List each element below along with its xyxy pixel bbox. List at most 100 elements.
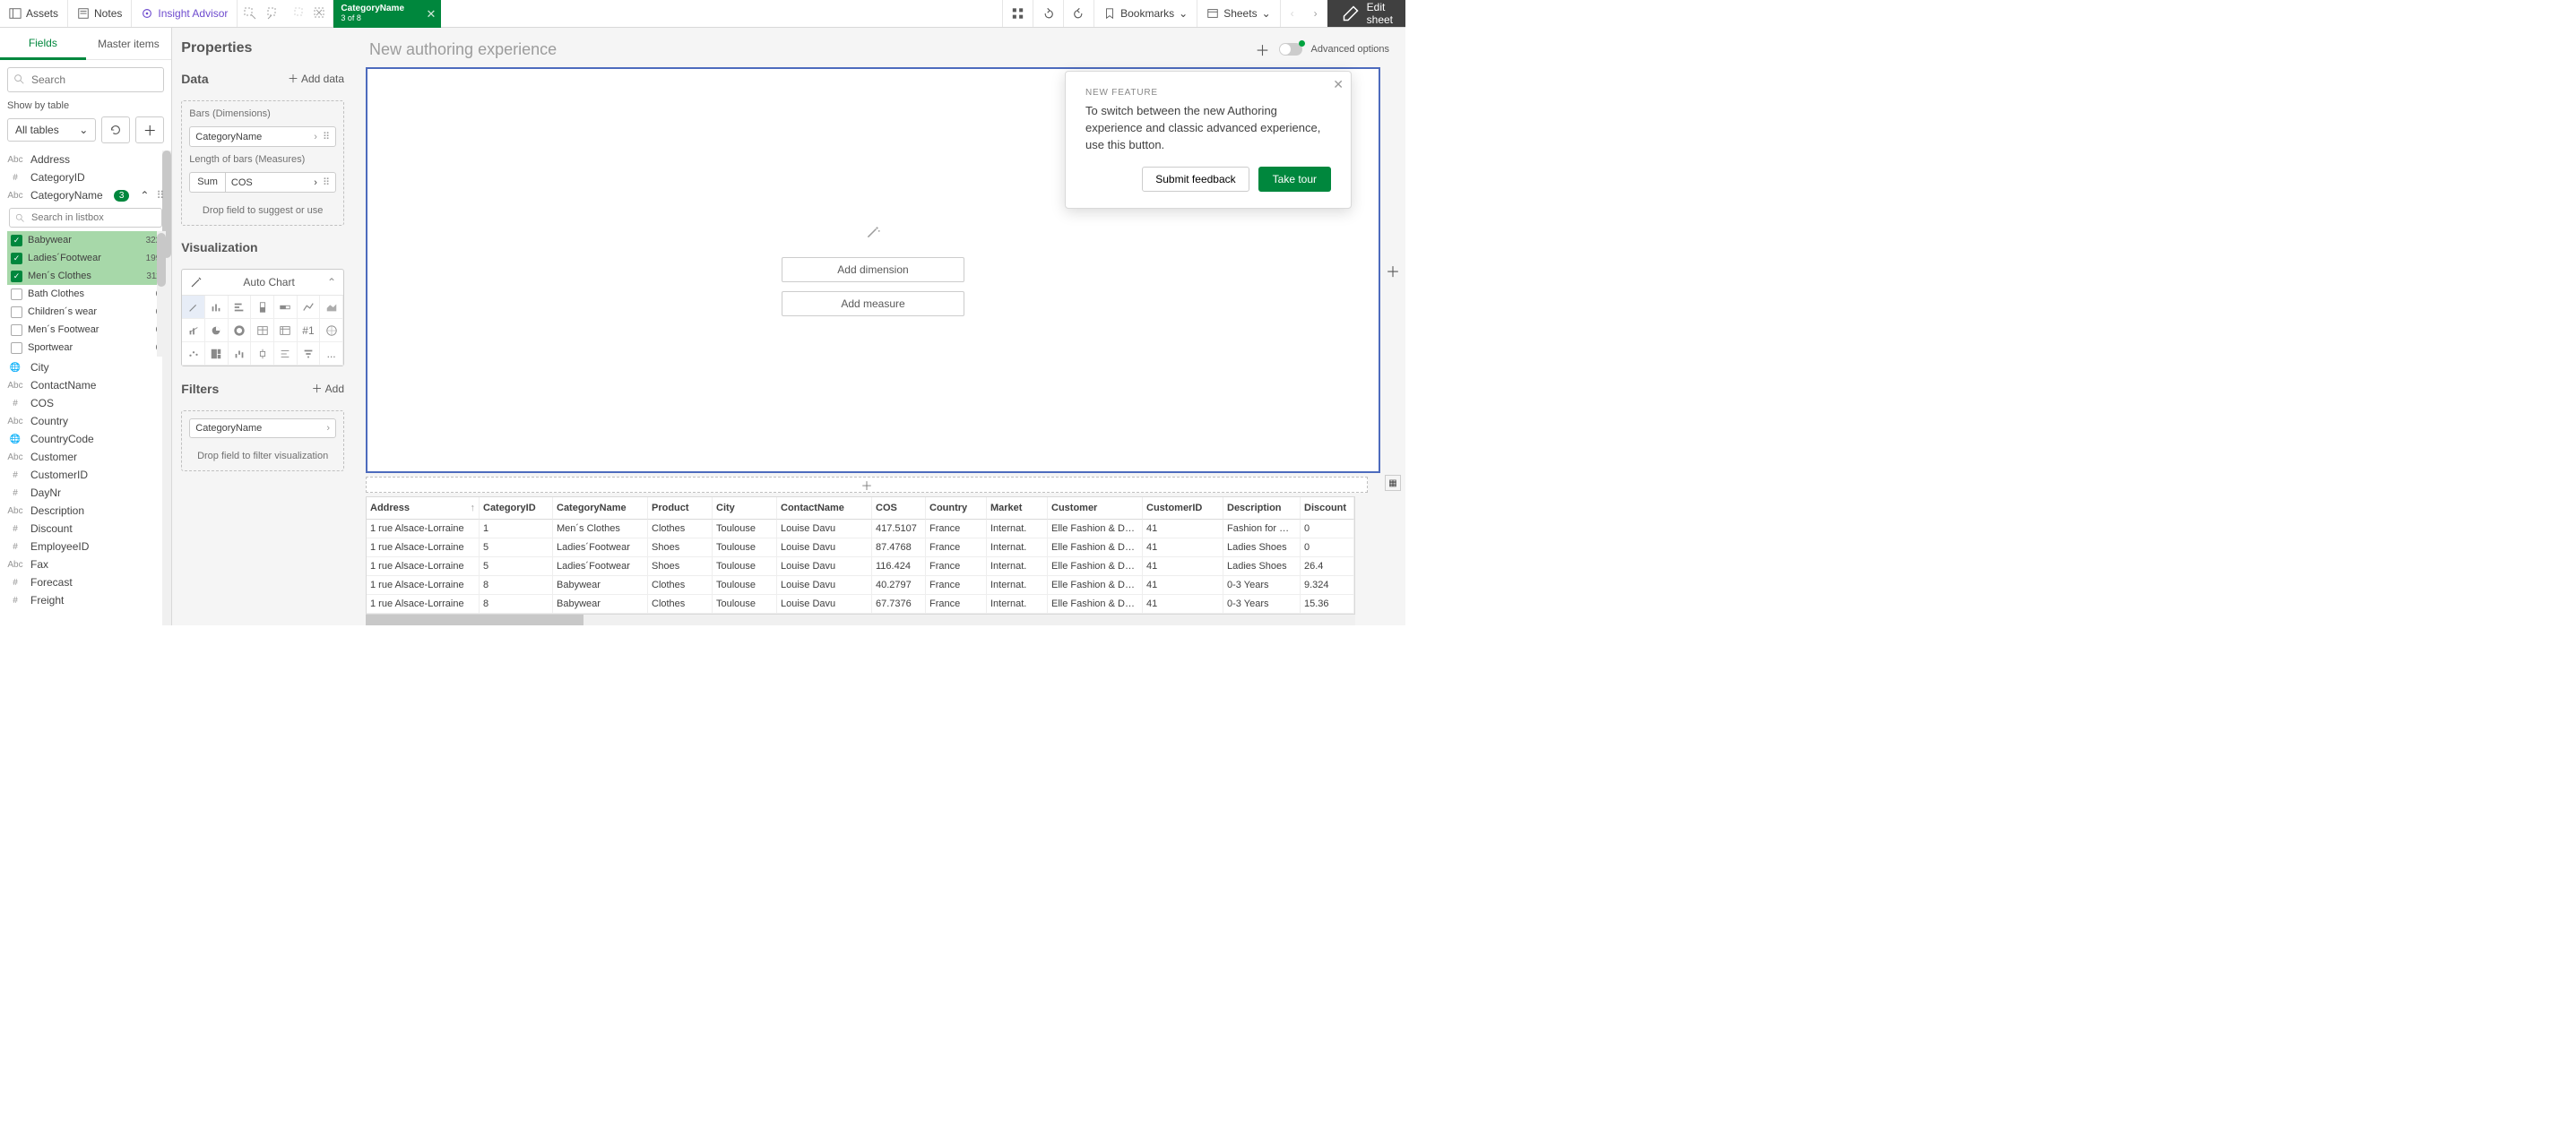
scrollbar-thumb[interactable] [366, 615, 583, 625]
column-header[interactable]: Description [1223, 497, 1301, 520]
column-header[interactable]: Discount [1301, 497, 1354, 520]
field-item[interactable]: #CategoryID [0, 168, 171, 186]
grid-button[interactable] [1002, 0, 1033, 27]
checkbox[interactable]: ✓ [11, 253, 22, 264]
field-item[interactable]: 🌐City [0, 358, 171, 376]
viz-type-area[interactable] [320, 296, 343, 319]
viz-type-kpi[interactable]: #1 [298, 319, 321, 342]
listbox-row[interactable]: Bath Clothes 0 [7, 285, 166, 303]
table-row[interactable]: 1 rue Alsace-Lorraine8BabywearClothesTou… [367, 595, 1354, 614]
table-dropdown[interactable]: All tables [7, 118, 96, 142]
clear-selection-icon[interactable]: ✕ [427, 7, 437, 22]
checkbox[interactable] [11, 288, 22, 300]
redo-button[interactable] [1063, 0, 1094, 27]
field-item[interactable]: 🌐CountryCode [0, 430, 171, 448]
data-dropzone[interactable]: Bars (Dimensions) CategoryName › ⠿ Lengt… [181, 100, 344, 226]
column-header[interactable]: CategoryName [553, 497, 648, 520]
column-header[interactable]: Product [648, 497, 713, 520]
add-data-link[interactable]: ＋Add data [288, 71, 344, 86]
viz-type-bullet[interactable] [274, 296, 298, 319]
viz-type-bar-v[interactable] [205, 296, 229, 319]
field-item[interactable]: #Discount [0, 520, 171, 538]
viz-type-table[interactable] [251, 319, 274, 342]
table-view-toggle[interactable]: ▦ [1385, 475, 1401, 491]
viz-type-donut[interactable] [229, 319, 252, 342]
viz-type-scatter[interactable] [182, 342, 205, 366]
viz-type-map[interactable] [320, 319, 343, 342]
selections-back-icon[interactable] [266, 6, 281, 21]
viz-type-box[interactable] [251, 342, 274, 366]
column-header[interactable]: Market [987, 497, 1048, 520]
add-object-button[interactable]: ＋ [1256, 39, 1270, 60]
field-item[interactable]: AbcAddress [0, 151, 171, 168]
checkbox[interactable]: ✓ [11, 235, 22, 246]
tab-master-items[interactable]: Master items [86, 28, 172, 60]
column-header[interactable]: Address↑ [367, 497, 480, 520]
field-item[interactable]: AbcCustomer [0, 448, 171, 466]
clear-selections-icon[interactable] [313, 6, 327, 21]
horizontal-scrollbar[interactable] [366, 615, 1355, 625]
tab-fields[interactable]: Fields [0, 28, 86, 60]
field-item[interactable]: #CustomerID [0, 466, 171, 484]
add-dimension-button[interactable]: Add dimension [782, 257, 964, 282]
field-item[interactable]: #Freight [0, 591, 171, 609]
listbox-row[interactable]: Men´s Footwear 0 [7, 321, 166, 339]
viz-type-pivot[interactable] [274, 319, 298, 342]
dimension-chip[interactable]: CategoryName › ⠿ [189, 126, 336, 147]
table-row[interactable]: 1 rue Alsace-Lorraine5Ladies´FootwearSho… [367, 557, 1354, 576]
viz-type-waterfall[interactable] [229, 342, 252, 366]
filter-chip[interactable]: CategoryName › [189, 418, 336, 438]
edit-sheet-button[interactable]: Edit sheet [1327, 0, 1405, 27]
next-sheet-button[interactable]: › [1304, 0, 1327, 28]
viz-type-gauge[interactable] [251, 296, 274, 319]
assets-button[interactable]: Assets [0, 0, 68, 27]
submit-feedback-button[interactable]: Submit feedback [1142, 167, 1249, 192]
refresh-button[interactable] [101, 116, 130, 143]
column-header[interactable]: ContactName [777, 497, 872, 520]
viz-type-combo[interactable] [182, 319, 205, 342]
field-item[interactable]: AbcFax [0, 555, 171, 573]
field-item[interactable]: #COS [0, 394, 171, 412]
listbox-search-input[interactable] [9, 208, 162, 228]
field-item[interactable]: AbcCountry [0, 412, 171, 430]
add-measure-button[interactable]: Add measure [782, 291, 964, 316]
filters-dropzone[interactable]: CategoryName › Drop field to filter visu… [181, 410, 344, 471]
field-item[interactable]: #DayNr [0, 484, 171, 502]
listbox-row[interactable]: Sportwear 0 [7, 339, 166, 357]
chevron-up-icon[interactable]: ⌃ [140, 189, 149, 202]
sheets-button[interactable]: Sheets [1197, 0, 1279, 27]
undo-button[interactable] [1033, 0, 1063, 27]
column-header[interactable]: Country [926, 497, 987, 520]
column-header[interactable]: COS [872, 497, 926, 520]
viz-type-pie[interactable] [205, 319, 229, 342]
add-row-button[interactable]: ＋ [366, 477, 1368, 493]
insight-advisor-button[interactable]: Insight Advisor [132, 0, 238, 27]
field-item[interactable]: #EmployeeID [0, 538, 171, 555]
viz-auto-row[interactable]: Auto Chart ⌃ [182, 270, 343, 296]
field-item[interactable]: AbcContactName [0, 376, 171, 394]
column-header[interactable]: Customer [1048, 497, 1143, 520]
viz-type-filter[interactable] [298, 342, 321, 366]
drag-handle-icon[interactable]: ⠿ [156, 189, 164, 202]
field-item-expanded[interactable]: Abc CategoryName 3 ⌃ ⠿ [0, 186, 171, 204]
bookmarks-button[interactable]: Bookmarks [1094, 0, 1197, 27]
checkbox[interactable] [11, 306, 22, 318]
field-item[interactable]: AbcDescription [0, 502, 171, 520]
drag-handle-icon[interactable]: ⠿ [323, 176, 330, 188]
checkbox[interactable] [11, 324, 22, 336]
column-header[interactable]: CategoryID [480, 497, 553, 520]
scrollbar-thumb[interactable] [157, 233, 166, 287]
table-row[interactable]: 1 rue Alsace-Lorraine5Ladies´FootwearSho… [367, 538, 1354, 557]
column-header[interactable]: City [713, 497, 777, 520]
measure-chip[interactable]: Sum COS › ⠿ [189, 172, 336, 193]
viz-type-distr[interactable] [274, 342, 298, 366]
checkbox[interactable] [11, 342, 22, 354]
fields-search-input[interactable] [7, 67, 164, 92]
sheet-title[interactable]: New authoring experience [369, 40, 557, 59]
viz-type-treemap[interactable] [205, 342, 229, 366]
listbox-row[interactable]: Children´s wear 0 [7, 303, 166, 321]
close-popover-button[interactable]: ✕ [1333, 77, 1344, 92]
add-column-button[interactable]: ＋ [1386, 260, 1400, 281]
viz-type-wand[interactable] [182, 296, 205, 319]
viz-type-more[interactable]: ... [320, 342, 343, 366]
